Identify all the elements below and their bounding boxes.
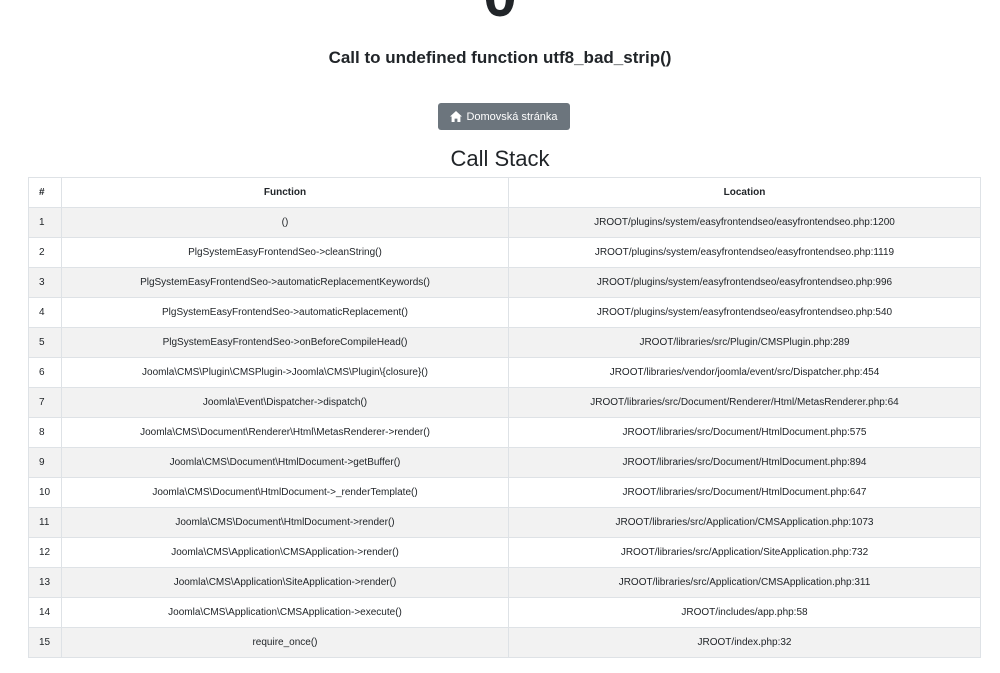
cell-function: PlgSystemEasyFrontendSeo->onBeforeCompil… bbox=[61, 327, 509, 358]
table-row: 15 require_once() JROOT/index.php:32 bbox=[28, 627, 981, 658]
cell-function: Joomla\CMS\Application\CMSApplication->e… bbox=[61, 597, 509, 628]
table-row: 8 Joomla\CMS\Document\Renderer\Html\Metas… bbox=[28, 417, 981, 448]
cell-number: 10 bbox=[28, 477, 62, 508]
cell-number: 6 bbox=[28, 357, 62, 388]
cell-function: Joomla\CMS\Document\Renderer\Html\MetasR… bbox=[61, 417, 509, 448]
home-icon bbox=[450, 111, 463, 122]
table-header-row: # Function Location bbox=[28, 177, 981, 208]
cell-location: JROOT/plugins/system/easyfrontendseo/eas… bbox=[508, 267, 981, 298]
table-row: 13 Joomla\CMS\Application\SiteApplication… bbox=[28, 567, 981, 598]
cell-function: Joomla\Event\Dispatcher->dispatch() bbox=[61, 387, 509, 418]
cell-number: 15 bbox=[28, 627, 62, 658]
cell-location: JROOT/libraries/src/Document/HtmlDocumen… bbox=[508, 417, 981, 448]
cell-number: 7 bbox=[28, 387, 62, 418]
cell-location: JROOT/libraries/vendor/joomla/event/src/… bbox=[508, 357, 981, 388]
cell-function: Joomla\CMS\Document\HtmlDocument->render… bbox=[61, 507, 509, 538]
table-row: 1() JROOT/plugins/system/easyfrontendseo/… bbox=[28, 207, 981, 238]
cell-location: JROOT/libraries/src/Application/CMSAppli… bbox=[508, 567, 981, 598]
cell-location: JROOT/libraries/src/Plugin/CMSPlugin.php… bbox=[508, 327, 981, 358]
home-button[interactable]: Domovská stránka bbox=[438, 103, 570, 130]
table-row: 11 Joomla\CMS\Document\HtmlDocument->rend… bbox=[28, 507, 981, 538]
cell-number: 14 bbox=[28, 597, 62, 628]
cell-function: PlgSystemEasyFrontendSeo->cleanString() bbox=[61, 237, 509, 268]
cell-function: Joomla\CMS\Application\SiteApplication->… bbox=[61, 567, 509, 598]
table-row: 6 Joomla\CMS\Plugin\CMSPlugin->Joomla\CMS… bbox=[28, 357, 981, 388]
cell-function: PlgSystemEasyFrontendSeo->automaticRepla… bbox=[61, 297, 509, 328]
table-row: 10 Joomla\CMS\Document\HtmlDocument->_ren… bbox=[28, 477, 981, 508]
cell-location: JROOT/libraries/src/Document/Renderer/Ht… bbox=[508, 387, 981, 418]
error-page: 0 Call to undefined function utf8_bad_st… bbox=[0, 0, 1000, 673]
cell-number: 8 bbox=[28, 417, 62, 448]
table-row: 4 PlgSystemEasyFrontendSeo->automaticRepl… bbox=[28, 297, 981, 328]
table-row: 7 Joomla\Event\Dispatcher->dispatch() JROO… bbox=[28, 387, 981, 418]
cell-function: PlgSystemEasyFrontendSeo->automaticRepla… bbox=[61, 267, 509, 298]
cell-number: 3 bbox=[28, 267, 62, 298]
cell-number: 9 bbox=[28, 447, 62, 478]
cell-location: JROOT/index.php:32 bbox=[508, 627, 981, 658]
error-code: 0 bbox=[0, 0, 1000, 26]
cell-location: JROOT/libraries/src/Application/SiteAppl… bbox=[508, 537, 981, 568]
cell-function: require_once() bbox=[61, 627, 509, 658]
table-row: 12 Joomla\CMS\Application\CMSApplication-… bbox=[28, 537, 981, 568]
cell-location: JROOT/plugins/system/easyfrontendseo/eas… bbox=[508, 237, 981, 268]
cell-function: Joomla\CMS\Plugin\CMSPlugin->Joomla\CMS\… bbox=[61, 357, 509, 388]
call-stack-table: # Function Location 1() JROOT/plugins/sys… bbox=[28, 177, 981, 658]
cell-number: 12 bbox=[28, 537, 62, 568]
error-message: Call to undefined function utf8_bad_stri… bbox=[328, 48, 672, 67]
column-header-location: Location bbox=[508, 177, 981, 208]
column-header-function: Function bbox=[61, 177, 509, 208]
cell-location: JROOT/plugins/system/easyfrontendseo/eas… bbox=[508, 297, 981, 328]
cell-location: JROOT/includes/app.php:58 bbox=[508, 597, 981, 628]
home-button-label: Domovská stránka bbox=[466, 110, 558, 123]
column-header-number: # bbox=[28, 177, 62, 208]
cell-number: 13 bbox=[28, 567, 62, 598]
cell-function: Joomla\CMS\Document\HtmlDocument->getBuf… bbox=[61, 447, 509, 478]
cell-function: () bbox=[61, 207, 509, 238]
cell-number: 2 bbox=[28, 237, 62, 268]
table-row: 5 PlgSystemEasyFrontendSeo->onBeforeCompi… bbox=[28, 327, 981, 358]
cell-function: Joomla\CMS\Application\CMSApplication->r… bbox=[61, 537, 509, 568]
cell-number: 5 bbox=[28, 327, 62, 358]
table-row: 9 Joomla\CMS\Document\HtmlDocument->getBu… bbox=[28, 447, 981, 478]
call-stack-body: 1() JROOT/plugins/system/easyfrontendseo/… bbox=[28, 207, 981, 658]
cell-number: 4 bbox=[28, 297, 62, 328]
cell-location: JROOT/plugins/system/easyfrontendseo/eas… bbox=[508, 207, 981, 238]
cell-location: JROOT/libraries/src/Document/HtmlDocumen… bbox=[508, 447, 981, 478]
cell-location: JROOT/libraries/src/Application/CMSAppli… bbox=[508, 507, 981, 538]
cell-location: JROOT/libraries/src/Document/HtmlDocumen… bbox=[508, 477, 981, 508]
table-row: 14 Joomla\CMS\Application\CMSApplication-… bbox=[28, 597, 981, 628]
table-row: 2 PlgSystemEasyFrontendSeo->cleanString()… bbox=[28, 237, 981, 268]
table-row: 3 PlgSystemEasyFrontendSeo->automaticRepl… bbox=[28, 267, 981, 298]
cell-number: 1 bbox=[28, 207, 62, 238]
call-stack-title: Call Stack bbox=[450, 146, 550, 171]
cell-function: Joomla\CMS\Document\HtmlDocument->_rende… bbox=[61, 477, 509, 508]
cell-number: 11 bbox=[28, 507, 62, 538]
